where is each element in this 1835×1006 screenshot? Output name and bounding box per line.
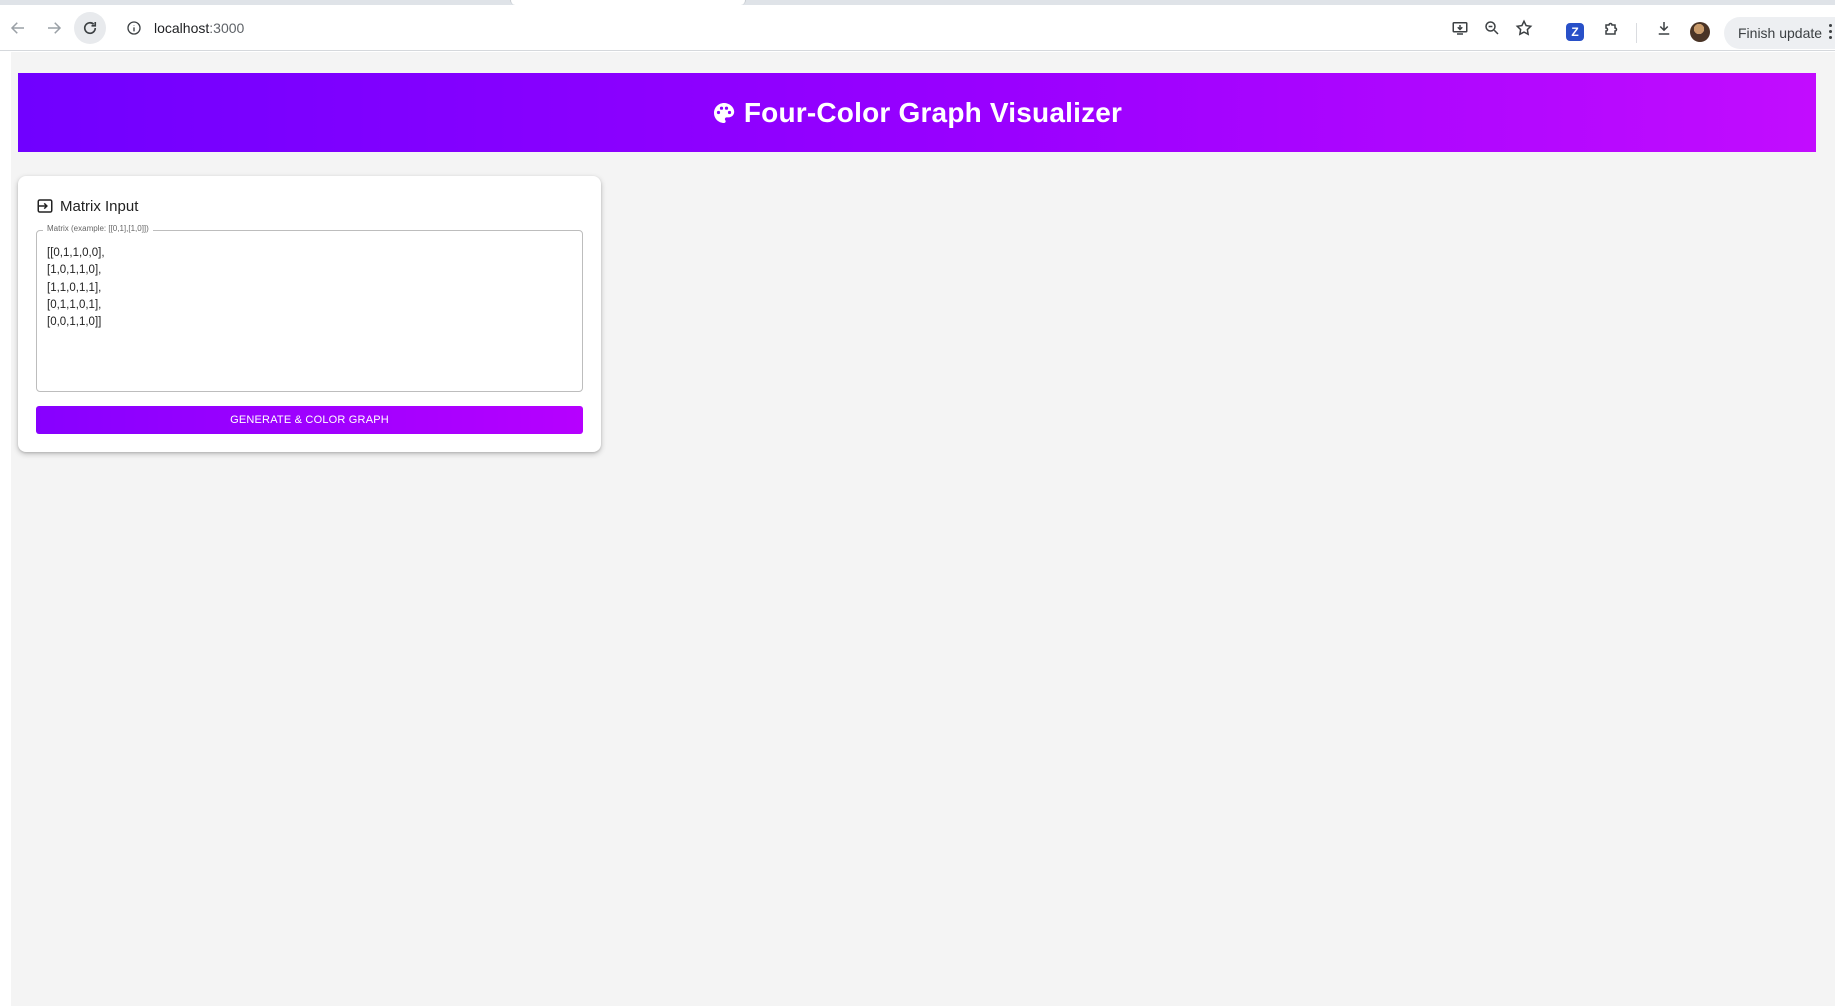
extensions-button[interactable]: [1596, 12, 1628, 44]
zoom-icon: [1485, 21, 1499, 35]
arrow-right-icon: [48, 22, 62, 34]
puzzle-icon: [1605, 22, 1618, 35]
palette-icon: [713, 102, 735, 123]
download-icon: [1658, 22, 1670, 35]
finish-update-label: Finish update: [1738, 25, 1823, 41]
zoom-button[interactable]: [1476, 12, 1508, 44]
install-app-icon: [1452, 22, 1468, 35]
download-button[interactable]: [1648, 12, 1680, 44]
matrix-input-card: Matrix Input Matrix (example: [[0,1],[1,…: [18, 176, 601, 452]
generate-color-graph-button[interactable]: GENERATE & COLOR GRAPH: [36, 406, 583, 434]
matrix-field[interactable]: Matrix (example: [[0,1],[1,0]]) [[0,1,1,…: [36, 224, 583, 392]
url-port: :3000: [209, 20, 245, 36]
star-icon: [1515, 19, 1533, 36]
url-host: localhost: [154, 20, 210, 36]
url-text[interactable]: localhost:3000: [154, 20, 244, 36]
card-title: Matrix Input: [60, 197, 139, 215]
reload-button[interactable]: [74, 12, 106, 44]
finish-update-button[interactable]: Finish update: [1724, 17, 1835, 49]
extension-z-icon[interactable]: Z: [1566, 23, 1584, 41]
browser-toolbar: localhost:3000 Z Finish update: [0, 5, 1835, 51]
card-header: Matrix Input: [36, 197, 138, 215]
app-header: Four-Color Graph Visualizer: [18, 73, 1816, 152]
kebab-menu-icon[interactable]: [1827, 24, 1833, 39]
address-bar[interactable]: localhost:3000: [118, 12, 1546, 44]
bookmark-button[interactable]: [1508, 12, 1540, 44]
profile-avatar[interactable]: [1690, 22, 1710, 42]
page: Four-Color Graph Visualizer Matrix Input…: [0, 52, 1835, 1006]
forward-button[interactable]: [38, 12, 70, 44]
install-app-button[interactable]: [1444, 12, 1476, 44]
matrix-field-label: Matrix (example: [[0,1],[1,0]]): [43, 224, 153, 233]
page-title: Four-Color Graph Visualizer: [743, 96, 1123, 128]
matrix-textarea[interactable]: [[0,1,1,0,0], [1,0,1,1,0], [1,1,0,1,1], …: [47, 245, 567, 385]
arrow-left-icon: [10, 22, 24, 34]
back-button[interactable]: [2, 12, 34, 44]
info-icon[interactable]: [118, 12, 150, 44]
toolbar-divider: [1636, 23, 1637, 43]
reload-icon: [83, 21, 97, 35]
input-icon: [37, 199, 53, 213]
